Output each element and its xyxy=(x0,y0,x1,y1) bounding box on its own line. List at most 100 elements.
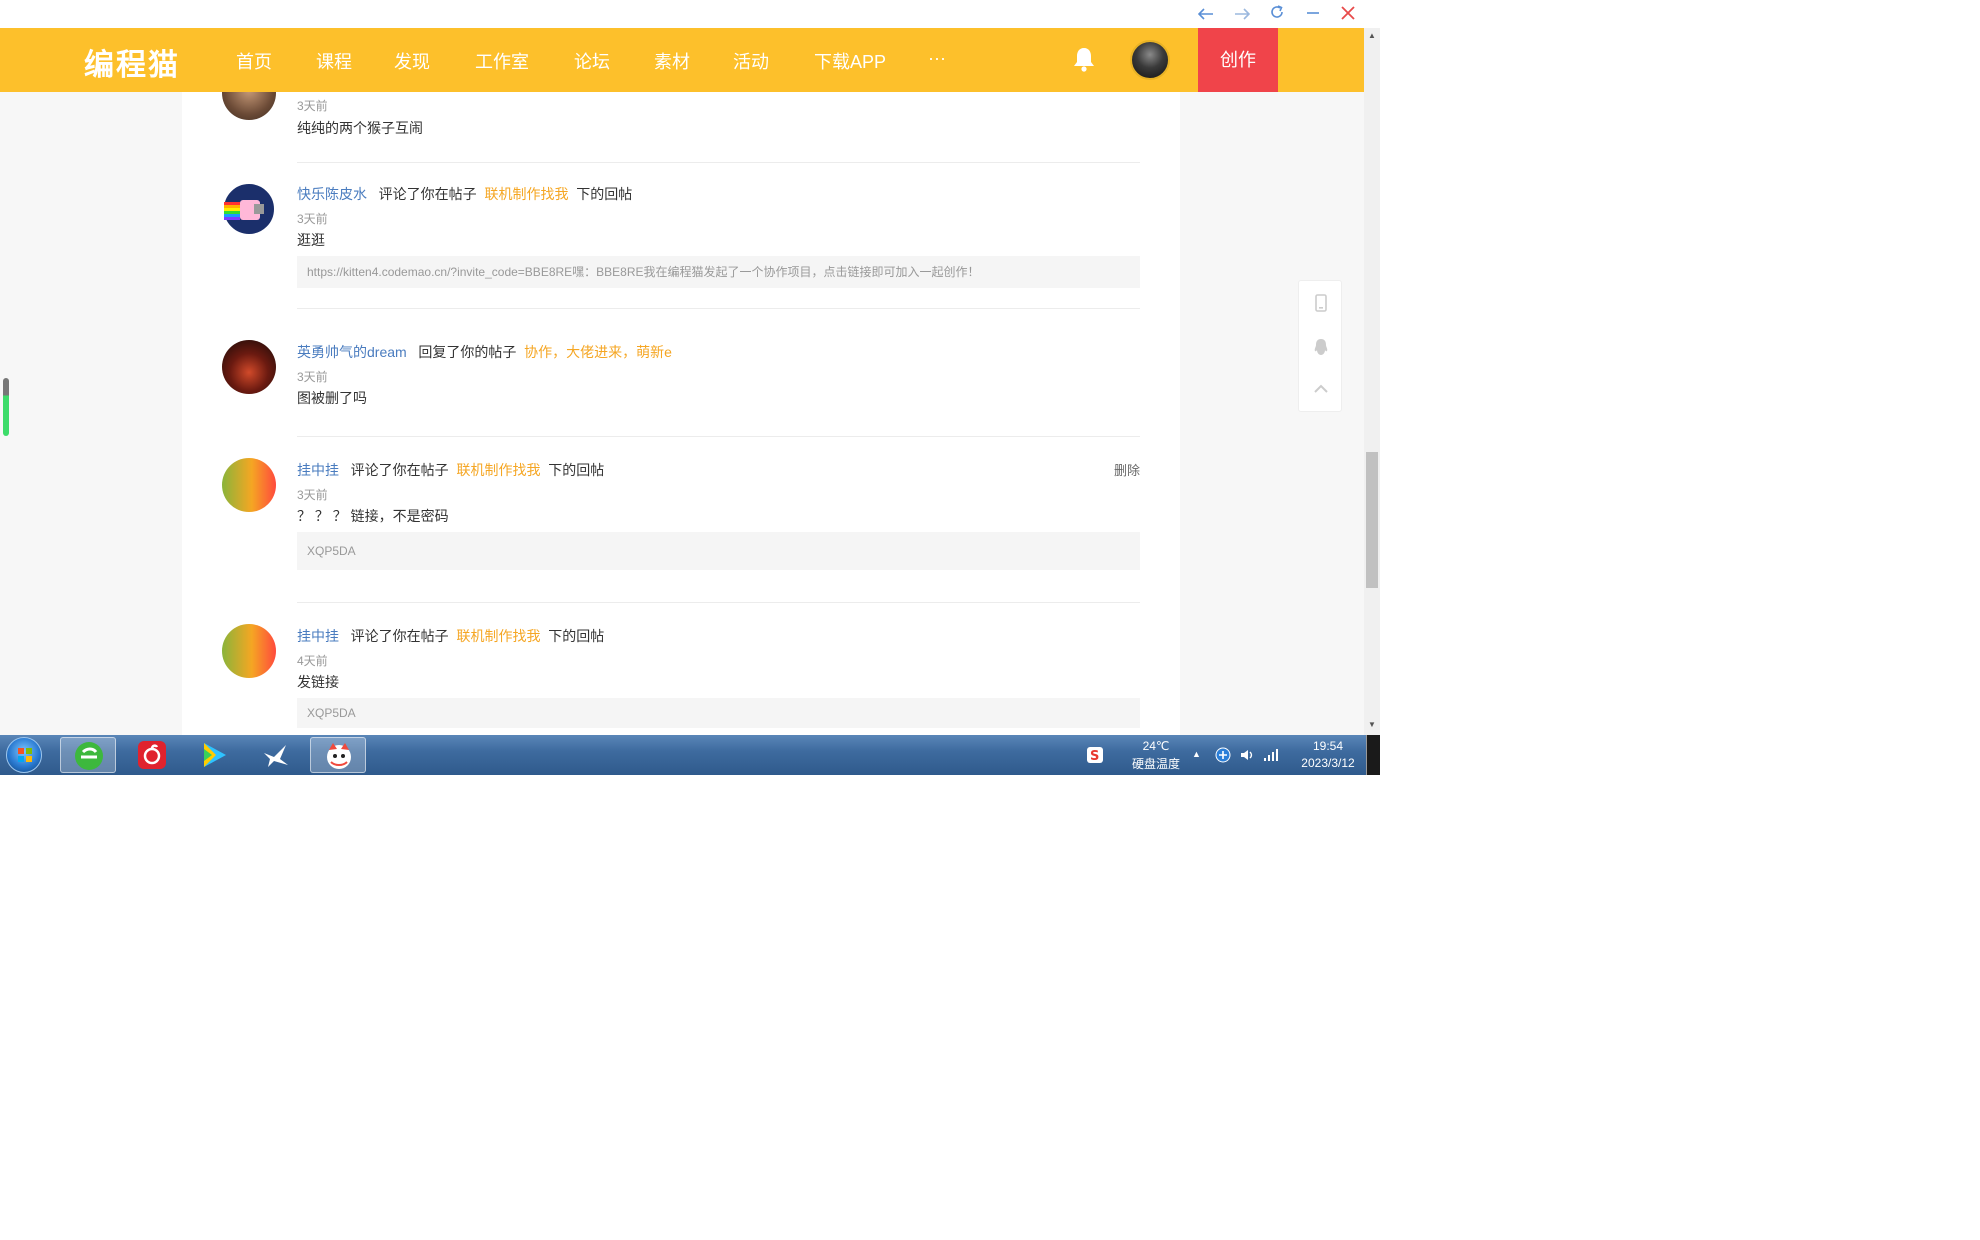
qq-icon[interactable] xyxy=(1311,337,1331,357)
user-avatar[interactable] xyxy=(222,340,276,394)
notification-time: 3天前 xyxy=(297,488,328,502)
clock-time[interactable]: 19:54 xyxy=(1294,739,1362,753)
phone-icon[interactable] xyxy=(1311,293,1331,313)
sogou-input-icon[interactable]: S xyxy=(1086,746,1104,764)
notification-suffix: 下的回帖 xyxy=(548,462,605,478)
nav-item-materials[interactable]: 素材 xyxy=(654,48,690,74)
notification-text: 逛逛 xyxy=(297,232,325,248)
notification-action: 回复了你的帖子 xyxy=(418,344,517,360)
notification-username[interactable]: 挂中挂 xyxy=(297,628,339,644)
back-arrow-icon[interactable] xyxy=(1192,2,1220,26)
windows-taskbar: S 24℃ 硬盘温度 ▲ 19:54 2023/3/12 xyxy=(0,735,1380,775)
network-center-icon[interactable] xyxy=(1214,746,1232,764)
notification-header: 快乐陈皮水 评论了你在帖子 联机制作找我 下的回帖 xyxy=(297,184,632,204)
notification-time: 3天前 xyxy=(297,370,328,384)
nav-item-courses[interactable]: 课程 xyxy=(316,48,352,74)
notification-action: 评论了你在帖子 xyxy=(350,628,449,644)
user-avatar[interactable] xyxy=(222,182,276,236)
nav-item-studio[interactable]: 工作室 xyxy=(475,48,529,74)
notification-header: 英勇帅气的dream 回复了你的帖子 协作，大佬进来，萌新e xyxy=(297,342,672,362)
browser-window: 编程猫 首页 课程 发现 工作室 论坛 素材 活动 下载APP ··· 创作 3… xyxy=(0,0,1380,775)
user-avatar[interactable] xyxy=(222,624,276,678)
user-avatar[interactable] xyxy=(222,458,276,512)
nav-item-activities[interactable]: 活动 xyxy=(733,48,769,74)
quoted-reply: https://kitten4.codemao.cn/?invite_code=… xyxy=(297,256,1140,288)
side-indicator xyxy=(3,378,9,436)
list-item: 挂中挂 评论了你在帖子 联机制作找我 下的回帖 4天前 发链接 XQP5DA xyxy=(222,624,1140,735)
bell-icon[interactable] xyxy=(1072,45,1096,73)
taskbar-bird-button[interactable] xyxy=(248,737,304,773)
close-icon[interactable] xyxy=(1334,2,1362,26)
more-menu-icon[interactable]: ··· xyxy=(928,48,946,69)
scroll-thumb[interactable] xyxy=(1366,452,1378,588)
create-button[interactable]: 创作 xyxy=(1198,28,1278,92)
top-navigation: 编程猫 首页 课程 发现 工作室 论坛 素材 活动 下载APP ··· 创作 xyxy=(0,28,1364,92)
list-item: 英勇帅气的dream 回复了你的帖子 协作，大佬进来，萌新e 3天前 图被删了吗 xyxy=(222,340,1140,460)
notification-list: 3天前 纯纯的两个猴子互闹 快乐陈皮水 评论了你在帖子 联机制作找我 下的回帖 … xyxy=(182,92,1180,735)
vertical-scrollbar[interactable]: ▲ ▼ xyxy=(1364,28,1380,735)
taskbar-browser-button[interactable] xyxy=(60,737,116,773)
system-tray: S 24℃ 硬盘温度 ▲ 19:54 2023/3/12 xyxy=(1080,735,1380,775)
nav-item-forum[interactable]: 论坛 xyxy=(574,48,610,74)
clock-date[interactable]: 2023/3/12 xyxy=(1292,756,1364,770)
side-toolbar xyxy=(1298,280,1342,412)
notification-post-link[interactable]: 联机制作找我 xyxy=(456,628,540,644)
notification-suffix: 下的回帖 xyxy=(548,628,605,644)
notification-text: 图被删了吗 xyxy=(297,390,367,406)
quoted-reply: XQP5DA xyxy=(297,532,1140,570)
show-desktop-button[interactable] xyxy=(1366,735,1380,775)
user-avatar[interactable] xyxy=(1130,40,1170,80)
notification-header: 挂中挂 评论了你在帖子 联机制作找我 下的回帖 xyxy=(297,626,604,646)
divider xyxy=(297,308,1140,309)
back-to-top-icon[interactable] xyxy=(1311,379,1331,399)
show-hidden-icons-icon[interactable]: ▲ xyxy=(1192,749,1204,761)
minimize-icon[interactable] xyxy=(1299,2,1327,26)
notification-post-link[interactable]: 协作，大佬进来，萌新e xyxy=(524,344,672,360)
notification-time: 3天前 xyxy=(297,212,328,226)
notification-username[interactable]: 快乐陈皮水 xyxy=(297,186,367,202)
start-button[interactable] xyxy=(6,737,42,773)
notification-text: 纯纯的两个猴子互闹 xyxy=(297,120,423,136)
svg-text:S: S xyxy=(1090,749,1099,764)
refresh-icon[interactable] xyxy=(1263,2,1291,26)
notification-post-link[interactable]: 联机制作找我 xyxy=(456,462,540,478)
delete-button[interactable]: 删除 xyxy=(1114,460,1140,479)
nav-item-download-app[interactable]: 下载APP xyxy=(814,48,886,74)
bird-app-icon xyxy=(260,739,292,771)
notification-text: 发链接 xyxy=(297,674,339,690)
nav-item-discover[interactable]: 发现 xyxy=(394,48,430,74)
list-item: 3天前 纯纯的两个猴子互闹 xyxy=(222,92,1140,186)
volume-icon[interactable] xyxy=(1238,746,1256,764)
signal-icon[interactable] xyxy=(1262,746,1280,764)
notification-text: ？ ？ ？ 链接，不是密码 xyxy=(297,508,449,524)
weather-label: 硬盘温度 xyxy=(1131,757,1180,771)
notification-suffix: 下的回帖 xyxy=(576,186,633,202)
forward-arrow-icon[interactable] xyxy=(1228,2,1256,26)
notification-post-link[interactable]: 联机制作找我 xyxy=(484,186,568,202)
browser-icon xyxy=(73,740,105,772)
taskbar-video-button[interactable] xyxy=(186,737,242,773)
taskbar-music-button[interactable] xyxy=(124,737,180,773)
notification-time: 4天前 xyxy=(297,654,328,668)
list-item: 挂中挂 评论了你在帖子 联机制作找我 下的回帖 删除 3天前 ？ ？ ？ 链接，… xyxy=(222,458,1140,628)
codemao-app-icon xyxy=(323,740,355,772)
codemao-logo[interactable]: 编程猫 xyxy=(84,40,180,84)
netease-music-icon xyxy=(136,739,168,771)
notification-action: 评论了你在帖子 xyxy=(350,462,449,478)
quoted-reply: XQP5DA xyxy=(297,698,1140,728)
nav-item-home[interactable]: 首页 xyxy=(236,48,272,74)
divider xyxy=(297,436,1140,437)
taskbar-codemao-button[interactable] xyxy=(310,737,366,773)
notification-username[interactable]: 英勇帅气的dream xyxy=(297,344,407,360)
notification-action: 评论了你在帖子 xyxy=(378,186,477,202)
window-titlebar xyxy=(0,0,1380,28)
divider xyxy=(297,602,1140,603)
notification-username[interactable]: 挂中挂 xyxy=(297,462,339,478)
notification-header: 挂中挂 评论了你在帖子 联机制作找我 下的回帖 xyxy=(297,460,1180,480)
scroll-down-icon[interactable]: ▼ xyxy=(1364,719,1380,731)
video-player-icon xyxy=(198,739,230,771)
list-item: 快乐陈皮水 评论了你在帖子 联机制作找我 下的回帖 3天前 逛逛 https:/… xyxy=(222,182,1140,342)
notification-time: 3天前 xyxy=(297,99,328,113)
scroll-up-icon[interactable]: ▲ xyxy=(1364,30,1380,42)
user-avatar[interactable] xyxy=(222,92,276,120)
